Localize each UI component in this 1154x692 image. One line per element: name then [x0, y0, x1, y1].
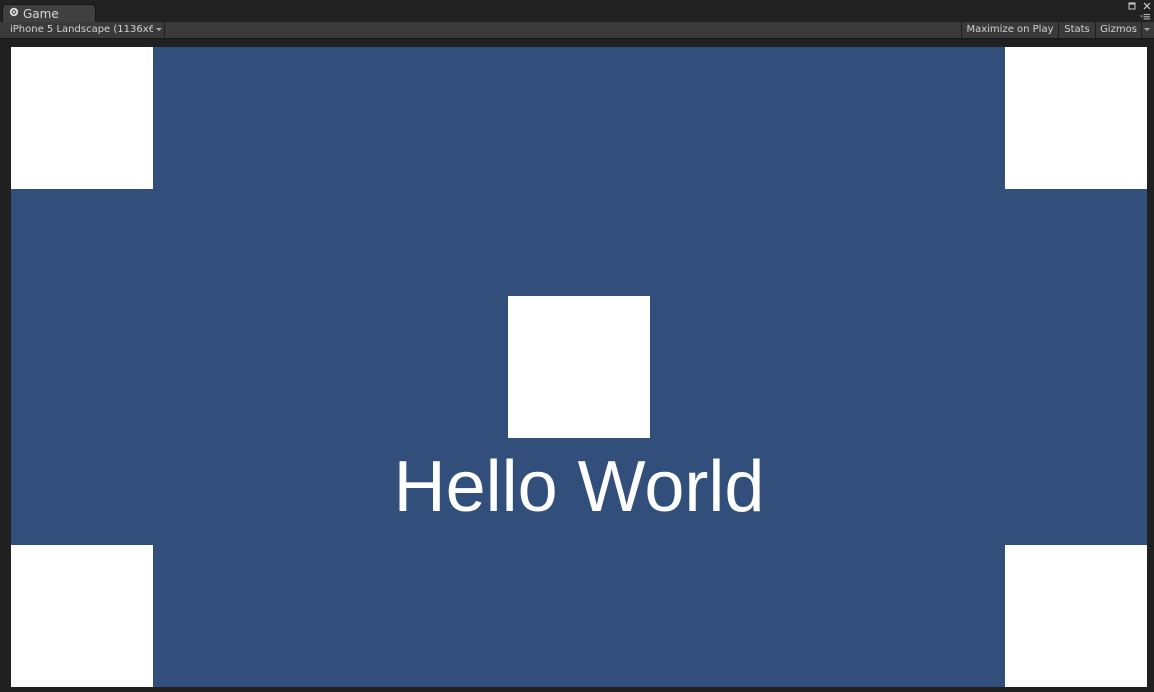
- unity-game-window: Game iPhone 5 Landscape (1136x640) Maxim…: [0, 0, 1154, 692]
- corner-square-bottom-left: [11, 545, 153, 687]
- unity-logo-icon: [9, 7, 19, 17]
- close-icon[interactable]: [1142, 1, 1152, 11]
- corner-square-bottom-right: [1005, 545, 1147, 687]
- aspect-ratio-label: iPhone 5 Landscape (1136x640): [10, 24, 153, 35]
- menu-icon[interactable]: [1140, 12, 1150, 22]
- game-viewport[interactable]: Hello World: [11, 47, 1147, 687]
- game-view: Hello World: [0, 39, 1154, 692]
- center-square: [508, 296, 650, 438]
- chevron-down-icon: [156, 28, 162, 31]
- aspect-ratio-dropdown[interactable]: iPhone 5 Landscape (1136x640): [0, 22, 165, 38]
- gizmos-toggle[interactable]: Gizmos: [1095, 22, 1141, 38]
- chevron-down-icon: [1144, 28, 1150, 31]
- tab-bar: Game: [0, 0, 1154, 22]
- maximize-on-play-toggle[interactable]: Maximize on Play: [961, 22, 1058, 38]
- tab-label: Game: [23, 7, 59, 21]
- corner-square-top-left: [11, 47, 153, 189]
- game-toolbar: iPhone 5 Landscape (1136x640) Maximize o…: [0, 22, 1154, 39]
- hello-world-text: Hello World: [393, 447, 765, 527]
- tab-game[interactable]: Game: [2, 4, 96, 22]
- corner-square-top-right: [1005, 47, 1147, 189]
- maximize-icon[interactable]: [1127, 1, 1137, 11]
- gizmos-dropdown[interactable]: [1141, 22, 1154, 38]
- stats-toggle[interactable]: Stats: [1058, 22, 1095, 38]
